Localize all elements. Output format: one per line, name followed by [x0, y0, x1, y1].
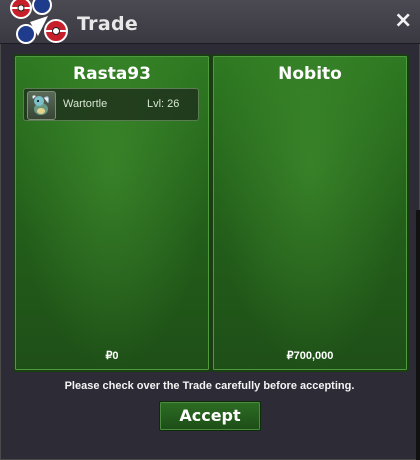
player-name: Nobito: [278, 64, 342, 84]
accept-button[interactable]: Accept: [159, 401, 261, 431]
trade-notice: Please check over the Trade carefully be…: [64, 380, 355, 392]
pokeball-logo-icon: [10, 0, 68, 44]
pokemon-name: Wartortle: [63, 98, 108, 110]
player-offer-panel-nobito[interactable]: Nobito ₽700,000: [211, 54, 409, 372]
close-button[interactable]: ×: [394, 10, 412, 32]
pokemon-level: Lvl: 26: [147, 98, 180, 110]
wartortle-icon: [27, 91, 56, 120]
money-offer: ₽700,000: [286, 350, 334, 362]
window-title: Trade: [77, 13, 139, 35]
trade-content: Rasta93 Wartortle Lvl: 26 ₽0 Nobito ₽700…: [4, 44, 415, 444]
player-name: Rasta93: [73, 64, 151, 84]
background-edge: [416, 210, 420, 460]
money-offer: ₽0: [105, 350, 119, 362]
titlebar[interactable]: Trade ×: [0, 0, 420, 44]
player-offer-panel-rasta93[interactable]: Rasta93 Wartortle Lvl: 26 ₽0: [13, 54, 211, 372]
offered-pokemon-item[interactable]: Wartortle Lvl: 26: [23, 88, 199, 121]
